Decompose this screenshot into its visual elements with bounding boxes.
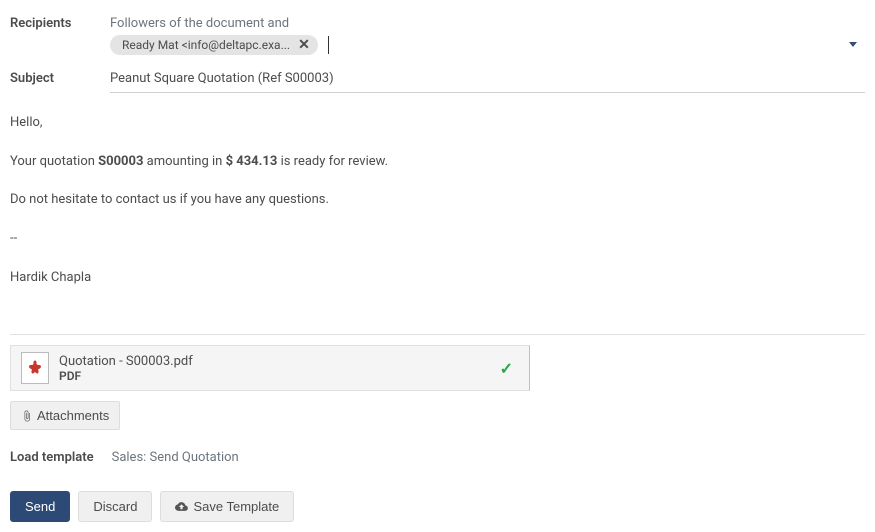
subject-row: Subject	[10, 65, 865, 93]
body-greeting: Hello,	[10, 111, 865, 136]
quotation-amount: $ 434.13	[226, 154, 278, 169]
input-cursor	[328, 36, 329, 54]
check-icon: ✓	[500, 359, 513, 378]
discard-button[interactable]: Discard	[78, 491, 152, 522]
signature-name: Hardik Chapla	[10, 266, 865, 291]
recipients-row: Recipients Followers of the document and…	[10, 10, 865, 55]
subject-label: Subject	[10, 65, 110, 86]
divider	[10, 334, 865, 335]
attachment-item[interactable]: Quotation - S00003.pdf PDF ✓	[10, 345, 530, 391]
template-label: Load template	[10, 450, 94, 465]
recipients-label: Recipients	[10, 10, 110, 31]
recipient-chip[interactable]: Ready Mat <info@deltapc.exa... ✕	[110, 35, 318, 55]
pdf-file-icon	[21, 352, 49, 384]
footer-buttons: Send Discard Save Template	[10, 491, 865, 522]
attachment-filename: Quotation - S00003.pdf	[59, 354, 500, 369]
recipients-field[interactable]: Followers of the document and Ready Mat …	[110, 10, 865, 55]
paperclip-icon	[21, 410, 33, 422]
recipients-tags[interactable]: Ready Mat <info@deltapc.exa... ✕	[110, 35, 865, 55]
recipient-chip-label: Ready Mat <info@deltapc.exa...	[122, 38, 290, 52]
attachment-type: PDF	[59, 369, 500, 383]
subject-input[interactable]	[110, 65, 865, 93]
remove-recipient-icon[interactable]: ✕	[298, 38, 310, 52]
body-line1: Your quotation S00003 amounting in $ 434…	[10, 150, 865, 175]
template-select[interactable]: Sales: Send Quotation	[112, 450, 239, 465]
attachments-button[interactable]: Attachments	[10, 401, 120, 430]
save-template-button[interactable]: Save Template	[160, 491, 294, 522]
signature-divider: --	[10, 227, 865, 252]
message-body[interactable]: Hello, Your quotation S00003 amounting i…	[10, 103, 865, 324]
followers-text: Followers of the document and	[110, 10, 865, 31]
attachment-info: Quotation - S00003.pdf PDF	[59, 354, 500, 383]
attachments-button-label: Attachments	[37, 408, 109, 423]
body-line2: Do not hesitate to contact us if you hav…	[10, 188, 865, 213]
send-button[interactable]: Send	[10, 491, 70, 522]
cloud-icon	[175, 500, 188, 513]
quotation-ref: S00003	[98, 154, 143, 169]
recipients-dropdown-icon[interactable]	[849, 42, 857, 47]
template-row: Load template Sales: Send Quotation	[10, 450, 865, 465]
